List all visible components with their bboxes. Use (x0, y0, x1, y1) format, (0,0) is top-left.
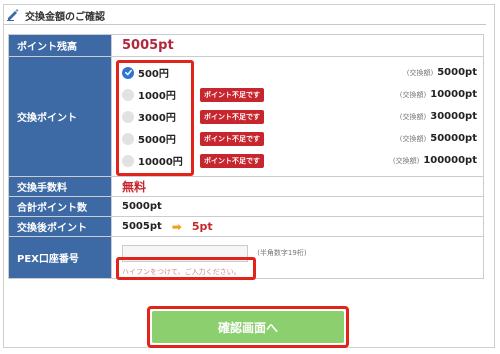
option-points-value: 5000pt (437, 67, 477, 78)
pen-icon (6, 6, 20, 25)
balance-label: ポイント残高 (8, 34, 112, 57)
option-points: (交換額) 5000pt (407, 62, 477, 84)
options-highlight (116, 60, 194, 176)
option-kind-label: (交換額) (392, 156, 420, 165)
total-label: 合計ポイント数 (8, 196, 112, 217)
after-row: 交換後ポイント 5005pt ➡ 5pt (8, 216, 484, 237)
pex-input-highlight (116, 257, 256, 280)
arrow-right-icon: ➡ (171, 219, 182, 234)
balance-row: ポイント残高 5005pt (8, 34, 484, 57)
option-points: (交換額) 30000pt (400, 106, 477, 128)
option-kind-label: (交換額) (406, 68, 434, 77)
insufficient-points-badge: ポイント不足です (200, 87, 264, 102)
exchange-row: 交換ポイント 500円 (交換額) 5000pt 1000円 ポイント不足です (交換額)… (8, 56, 484, 177)
option-points-value: 50000pt (430, 133, 477, 144)
submit-highlight (147, 306, 349, 348)
option-kind-label: (交換額) (399, 112, 427, 121)
option-points: (交換額) 100000pt (393, 150, 477, 172)
option-points: (交換額) 50000pt (400, 128, 477, 150)
after-values: 5005pt ➡ 5pt (122, 220, 483, 234)
before-points: 5005pt (122, 221, 162, 232)
heading-divider (4, 24, 486, 25)
fee-label: 交換手数料 (8, 176, 112, 197)
balance-value: 5005pt (122, 38, 174, 53)
option-points-value: 30000pt (430, 111, 477, 122)
after-label: 交換後ポイント (8, 216, 112, 237)
fee-row: 交換手数料 無料 (8, 176, 484, 197)
fee-value: 無料 (122, 180, 147, 194)
insufficient-points-badge: ポイント不足です (200, 131, 264, 146)
option-points-value: 100000pt (423, 155, 477, 166)
confirm-table: ポイント残高 5005pt 交換ポイント 500円 (交換額) 5000pt 1000… (8, 34, 484, 279)
section-title: 交換金額のご確認 (25, 11, 105, 23)
total-row: 合計ポイント数 5000pt (8, 196, 484, 217)
section-heading: 交換金額のご確認 (6, 6, 486, 24)
option-kind-label: (交換額) (399, 134, 427, 143)
insufficient-points-badge: ポイント不足です (200, 153, 264, 168)
pex-format-note: (半角数字19桁) (257, 249, 307, 257)
after-points: 5pt (191, 220, 213, 233)
option-points: (交換額) 10000pt (400, 84, 477, 106)
exchange-label: 交換ポイント (8, 56, 112, 177)
pex-label: PEX口座番号 (8, 236, 112, 279)
option-kind-label: (交換額) (399, 90, 427, 99)
option-points-value: 10000pt (430, 89, 477, 100)
total-value: 5000pt (111, 196, 484, 217)
insufficient-points-badge: ポイント不足です (200, 109, 264, 124)
